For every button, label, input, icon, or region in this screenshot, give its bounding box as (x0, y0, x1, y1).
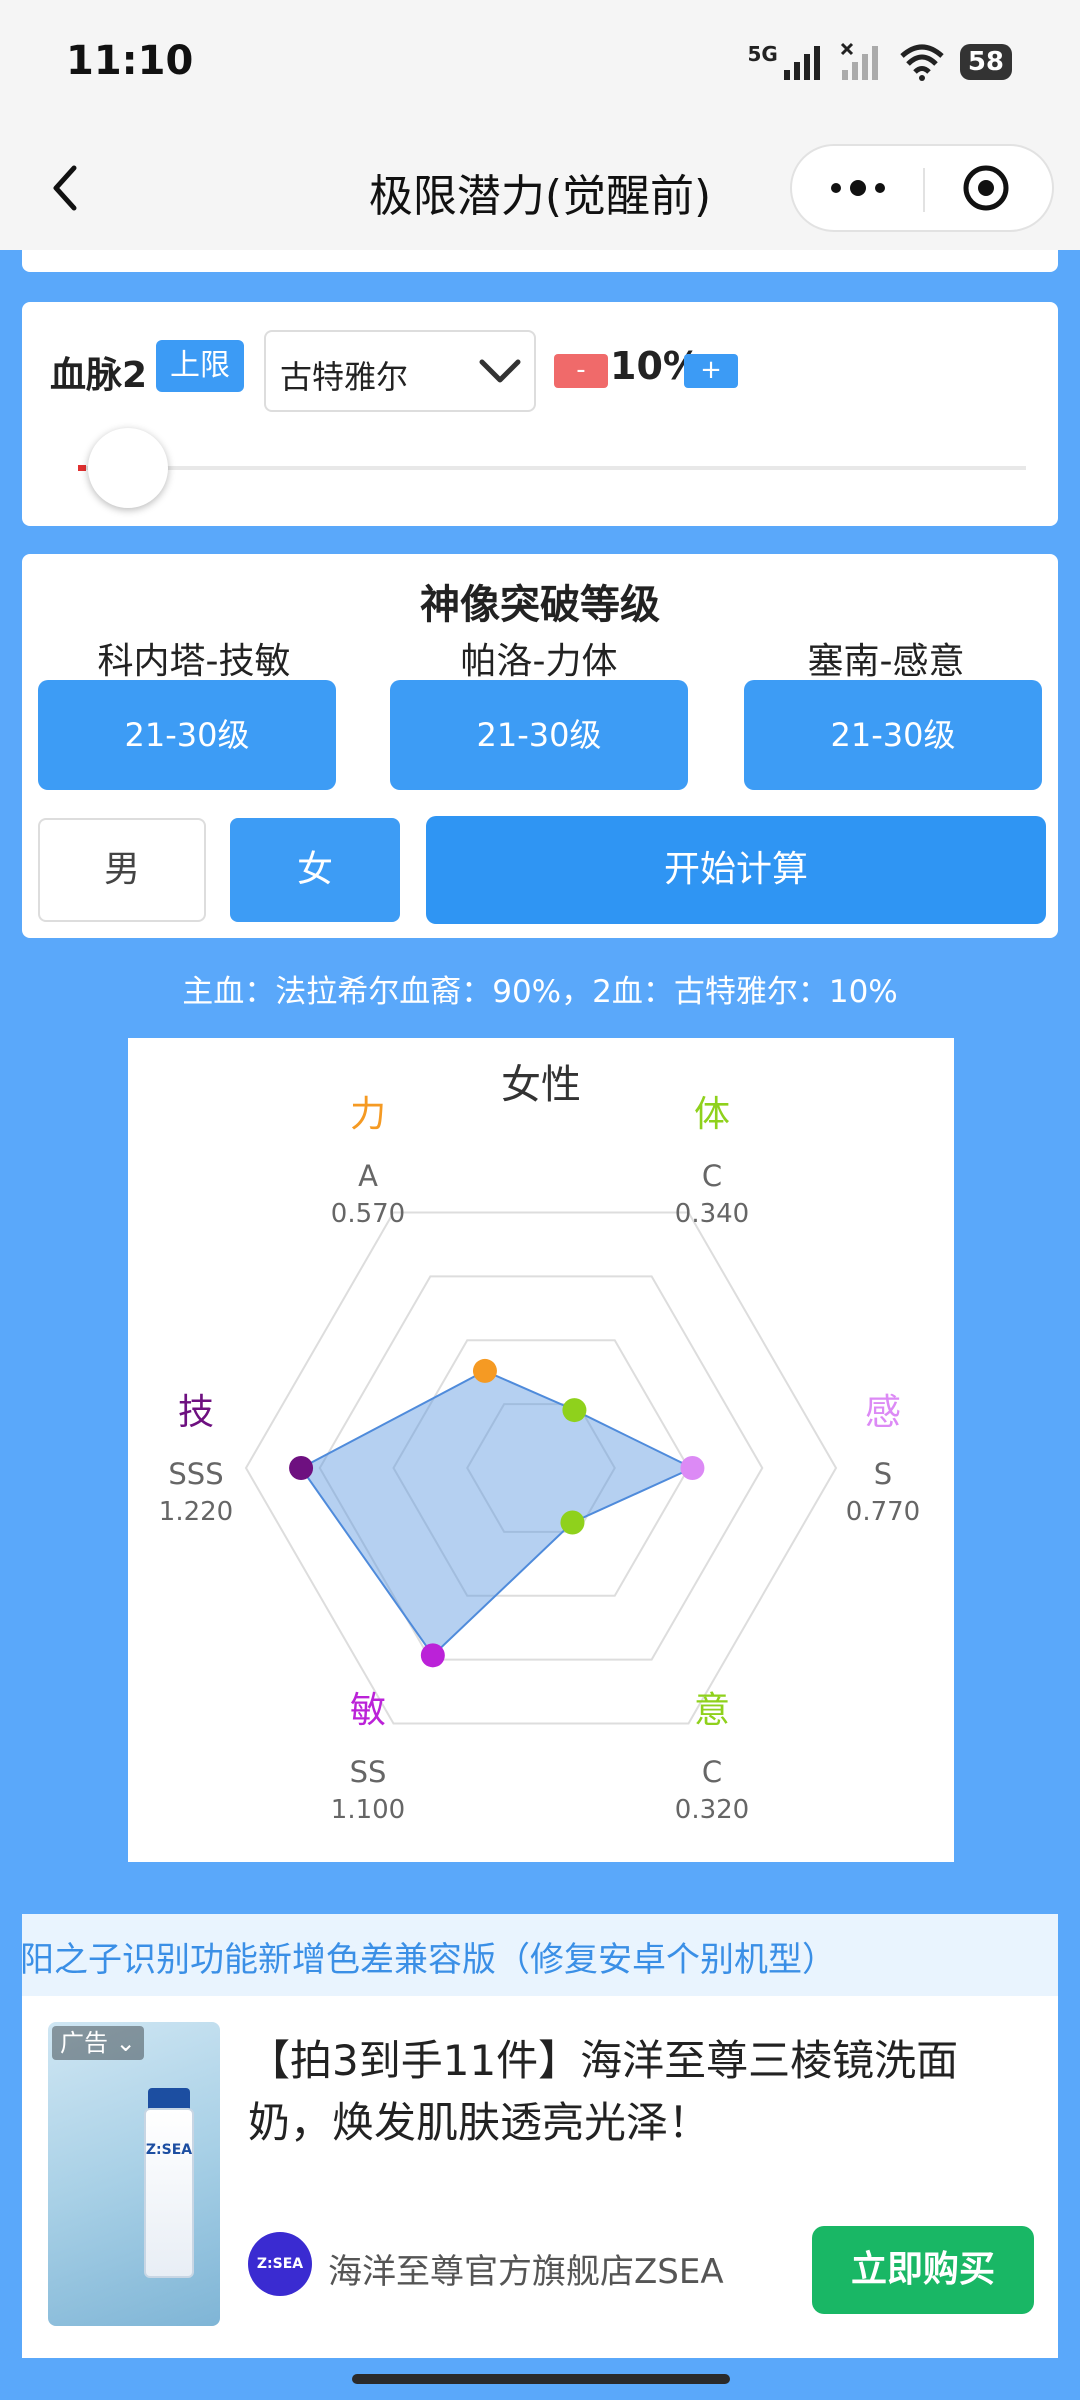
buy-now-button[interactable]: 立即购买 (812, 2226, 1034, 2314)
product-brand-text: Z:SEA (145, 2142, 193, 2158)
ad-card[interactable]: 广告 ⌄ Z:SEA 【拍3到手11件】海洋至尊三棱镜洗面奶，焕发肌肤透亮光泽！… (22, 1996, 1058, 2358)
chart-title: 女性 (501, 1062, 581, 1108)
more-dots-icon (831, 180, 885, 196)
statue-label-2: 帕洛-力体 (460, 641, 618, 682)
radar-point-1 (472, 1358, 497, 1383)
start-calculation-button[interactable]: 开始计算 (426, 816, 1046, 924)
axis-label-5: 敏 (350, 1690, 386, 1731)
increase-button[interactable]: + (684, 354, 738, 388)
ad-badge-label: 广告 (60, 2029, 108, 2057)
news-text: 阳之子识别功能新增色差兼容版（修复安卓个别机型） (22, 1940, 836, 1980)
statue-level-card: 神像突破等级 科内塔-技敏 帕洛-力体 塞南-感意 21-30级 21-30级 … (22, 554, 1058, 938)
radar-chart-svg: 女性力A0.570体C0.340感S0.770意C0.320敏SS1.100技S… (159, 1062, 920, 1825)
axis-grade-1: A (358, 1159, 378, 1193)
status-icons: 5G 58 (747, 40, 1012, 84)
battery-icon: 58 (959, 44, 1012, 80)
axis-grade-3: S (874, 1457, 892, 1491)
decrease-button[interactable]: - (554, 354, 608, 388)
signal-icon (783, 46, 820, 80)
radar-point-6 (289, 1456, 314, 1480)
radar-point-3 (680, 1456, 705, 1480)
statue-level-button-3[interactable]: 21-30级 (744, 680, 1042, 790)
mini-program-capsule (790, 144, 1054, 232)
wifi-icon (900, 44, 944, 81)
slider-fill (78, 465, 86, 471)
limit-button[interactable]: 上限 (156, 340, 244, 392)
radar-chart: 女性力 A 0.570 体 C 0.340 感 S 0.770 意 C 0.320 敏 SS 1.100 技 S… (128, 1038, 954, 1862)
statue-level-button-1[interactable]: 21-30级 (38, 680, 336, 790)
bloodline-select-value: 古特雅尔 (280, 358, 409, 396)
axis-value-4: 0.320 (675, 1795, 749, 1825)
ad-image[interactable]: 广告 ⌄ Z:SEA (48, 2022, 220, 2326)
ad-title[interactable]: 【拍3到手11件】海洋至尊三棱镜洗面奶，焕发肌肤透亮光泽！ (248, 2030, 1038, 2154)
blood-summary: 主血：法拉希尔血裔：90%，2血：古特雅尔：10% (182, 974, 898, 1010)
radar-point-2 (562, 1398, 587, 1423)
status-bar: 11:10 5G 58 (0, 0, 1080, 128)
axis-value-5: 1.100 (331, 1795, 405, 1825)
target-icon (963, 165, 1009, 211)
gender-female-button[interactable]: 女 (230, 818, 400, 922)
status-time: 11:10 (66, 38, 194, 84)
more-button[interactable] (792, 146, 922, 230)
axis-value-1: 0.570 (331, 1199, 405, 1229)
bloodline-label: 血脉2 (50, 355, 148, 396)
radar-point-4 (560, 1510, 585, 1535)
statue-label-1: 科内塔-技敏 (97, 641, 291, 682)
ad-badge[interactable]: 广告 ⌄ (52, 2026, 144, 2060)
gender-male-button[interactable]: 男 (38, 818, 206, 922)
news-ticker[interactable]: 阳之子识别功能新增色差兼容版（修复安卓个别机型） (22, 1914, 1058, 1996)
axis-grade-6: SSS (168, 1457, 223, 1491)
axis-value-3: 0.770 (846, 1497, 920, 1527)
brand-logo: Z:SEA (248, 2232, 312, 2296)
brand-name[interactable]: 海洋至尊官方旗舰店ZSEA (328, 2244, 724, 2293)
bloodline-select[interactable]: 古特雅尔 (264, 330, 536, 412)
statue-title: 神像突破等级 (420, 582, 660, 628)
statue-level-button-2[interactable]: 21-30级 (390, 680, 688, 790)
radar-point-5 (420, 1643, 445, 1668)
chevron-down-icon (479, 359, 521, 383)
signal-no-service-icon (840, 42, 878, 80)
axis-grade-5: SS (350, 1755, 387, 1789)
network-type: 5G (747, 42, 778, 66)
axis-label-2: 体 (694, 1094, 730, 1135)
bloodline-card: 血脉2 上限 古特雅尔 - 10% + (22, 302, 1058, 526)
close-mini-program-button[interactable] (922, 146, 1052, 230)
statue-label-3: 塞南-感意 (807, 641, 965, 682)
home-indicator (352, 2374, 730, 2384)
previous-card-edge (22, 250, 1058, 272)
axis-grade-2: C (702, 1159, 722, 1193)
percent-slider[interactable] (78, 465, 1026, 471)
nav-bar: 极限潜力(觉醒前) (0, 128, 1080, 250)
axis-value-2: 0.340 (675, 1199, 749, 1229)
radar-data-area (299, 1369, 695, 1657)
axis-label-4: 意 (694, 1690, 730, 1731)
axis-label-6: 技 (178, 1392, 214, 1433)
product-bottle (144, 2108, 194, 2278)
slider-thumb[interactable] (88, 428, 168, 508)
axis-grade-4: C (702, 1755, 722, 1789)
axis-label-1: 力 (350, 1094, 386, 1135)
axis-value-6: 1.220 (159, 1497, 233, 1527)
axis-label-3: 感 (865, 1392, 901, 1433)
